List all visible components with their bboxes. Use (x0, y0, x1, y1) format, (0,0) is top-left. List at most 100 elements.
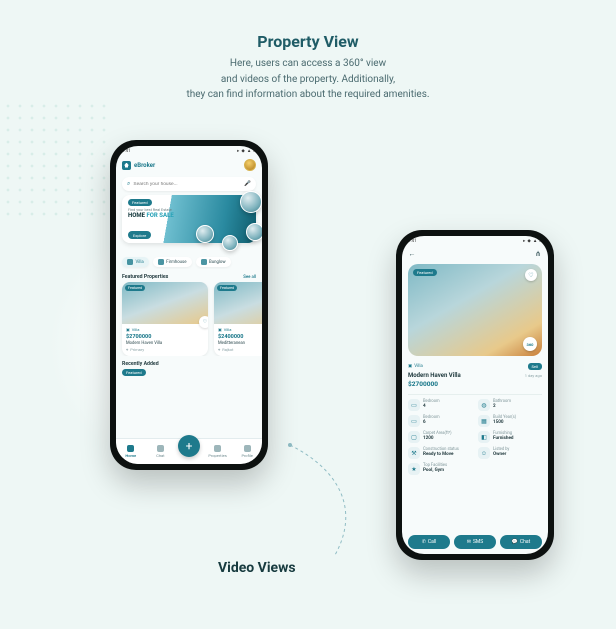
page-subtitle: Here, users can access a 360° view and v… (0, 56, 616, 103)
home-icon (127, 445, 134, 452)
hero-orb-icon (222, 235, 238, 251)
furnish-icon: ◧ (478, 431, 490, 443)
status-time: 9:41 (122, 149, 131, 154)
spec-item: ▢Carpet Area(ft²)1200 (408, 431, 472, 443)
nav-profile[interactable]: Profile (235, 445, 259, 458)
chat-icon: 💬 (512, 539, 518, 545)
brand[interactable]: eBroker (122, 161, 155, 170)
favorite-button[interactable]: ♡ (199, 316, 208, 328)
bed-icon: ▭ (408, 415, 420, 427)
property-card[interactable]: Featured ♡ ▣Villa $2400000 Meditteranean… (214, 282, 262, 356)
fab-add-button[interactable]: + (178, 435, 200, 457)
action-bar: ✆Call ✉SMS 💬Chat (408, 535, 542, 549)
spec-item: ◍Bathroom2 (478, 399, 542, 411)
property-price: $2700000 (402, 379, 548, 392)
see-all-link[interactable]: See all (243, 275, 256, 280)
sms-icon: ✉ (467, 539, 471, 545)
hero-title-c: SALE (158, 212, 174, 219)
firmhouse-icon (158, 259, 164, 265)
card-type: ▣Villa (218, 327, 262, 332)
sell-badge: Sell (528, 363, 542, 370)
spec-item: ★Top FacilitiesPool, Gym (408, 463, 472, 475)
nav-chat[interactable]: Chat (148, 445, 172, 458)
screen-detail: 9:41 ▸◆▲■ ← ⋔ Featured ♡ 360 ▣Villa Sell… (402, 236, 548, 554)
category-chip[interactable]: Firmhouse (153, 257, 192, 267)
spec-value: 6 (423, 420, 440, 425)
nav-home[interactable]: Home (119, 445, 143, 458)
section-title: Featured Properties (122, 274, 168, 280)
villa-icon (127, 259, 133, 265)
property-hero-image[interactable]: Featured ♡ 360 (408, 264, 542, 356)
property-name: Modern Haven Villa (408, 372, 461, 379)
spec-item: ☺Listed byOwner (478, 447, 542, 459)
property-card[interactable]: Featured ♡ ▣Villa $2700000 Modern Haven … (122, 282, 208, 356)
app-header: eBroker (116, 156, 262, 174)
mic-icon[interactable]: 🎤 (244, 181, 251, 187)
spec-item: ⚒Construction statusReady to Move (408, 447, 472, 459)
spec-value: 1200 (423, 436, 452, 441)
hero-featured-chip: Featured (128, 199, 152, 206)
featured-tag: Featured (217, 285, 237, 291)
hero-text: Find your best Real Estate HOME FOR SALE (128, 207, 174, 219)
status-bar: 9:41 ▸◆▲■ (116, 146, 262, 156)
search-input[interactable] (133, 182, 241, 187)
call-button[interactable]: ✆Call (408, 535, 450, 549)
hero-banner[interactable]: Featured Find your best Real Estate HOME… (122, 195, 256, 243)
card-location: ⌖Primary (126, 347, 204, 352)
card-price: $2400000 (218, 334, 262, 340)
nav-label: Home (125, 453, 136, 458)
nav-properties[interactable]: Properties (206, 445, 230, 458)
share-button[interactable]: ⋔ (534, 250, 542, 258)
construction-icon: ⚒ (408, 447, 420, 459)
spec-value: Furnished (493, 436, 514, 441)
avatar[interactable] (244, 159, 256, 171)
owner-icon: ☺ (478, 447, 490, 459)
hero-explore-button[interactable]: Explore (128, 231, 151, 239)
favorite-button[interactable]: ♡ (525, 269, 537, 281)
facilities-icon: ★ (408, 463, 420, 475)
screen-home: 9:41 ▸◆▲■ eBroker ⌕ 🎤 Featured Find your… (116, 146, 262, 464)
search-icon: ⌕ (127, 180, 130, 188)
spec-item: ◧FurnishingFurnished (478, 431, 542, 443)
nav-label: Properties (208, 453, 226, 458)
spec-grid: ▭Bedroom4 ◍Bathroom2 ▭Bedroom6 ▦Build Ye… (402, 397, 548, 477)
card-location: ⌖Rajkot (218, 347, 262, 352)
phone-mockup-detail: 9:41 ▸◆▲■ ← ⋔ Featured ♡ 360 ▣Villa Sell… (396, 230, 554, 560)
category-chip[interactable]: Villa (122, 257, 149, 267)
status-icons: ▸◆▲■ (235, 148, 256, 154)
property-title-row: Modern Haven Villa 1 day ago (402, 370, 548, 379)
phone-mockup-home: 9:41 ▸◆▲■ eBroker ⌕ 🎤 Featured Find your… (110, 140, 268, 470)
building-icon: ▣ (408, 364, 412, 369)
chat-button[interactable]: 💬Chat (500, 535, 542, 549)
category-label: Bunglow (209, 260, 226, 265)
divider (408, 394, 542, 395)
category-chip[interactable]: Bunglow (196, 257, 231, 267)
back-button[interactable]: ← (408, 250, 416, 258)
section-header-recent: Recently Added (116, 356, 262, 369)
pin-icon: ⌖ (218, 347, 220, 352)
card-image: Featured ♡ (214, 282, 262, 324)
card-name: Modern Haven Villa (126, 341, 204, 346)
nav-label: Profile (241, 453, 252, 458)
hero-orb-icon (246, 223, 262, 241)
bottom-nav: Home Chat + Properties Profile (116, 438, 262, 464)
subtitle-line-1: Here, users can access a 360° view (230, 58, 386, 69)
properties-icon (214, 445, 221, 452)
card-name: Meditteranean (218, 341, 262, 346)
bed-icon: ▭ (408, 399, 420, 411)
hero-title-a: HOME (128, 212, 146, 219)
building-icon: ▣ (218, 327, 222, 332)
sms-button[interactable]: ✉SMS (454, 535, 496, 549)
bath-icon: ◍ (478, 399, 490, 411)
search-bar[interactable]: ⌕ 🎤 (122, 177, 256, 191)
subtitle-line-3: they can find information about the requ… (186, 89, 429, 100)
featured-tag: Featured (413, 269, 437, 276)
hero-orb-icon (196, 225, 214, 243)
brand-logo-icon (122, 161, 131, 170)
spec-item: ▦Build Year(s)1500 (478, 415, 542, 427)
section-header-featured: Featured Properties See all (116, 269, 262, 282)
detail-top-bar: ← ⋔ (402, 246, 548, 262)
calendar-icon: ▦ (478, 415, 490, 427)
view-360-button[interactable]: 360 (523, 337, 537, 351)
status-bar: 9:41 ▸◆▲■ (402, 236, 548, 246)
